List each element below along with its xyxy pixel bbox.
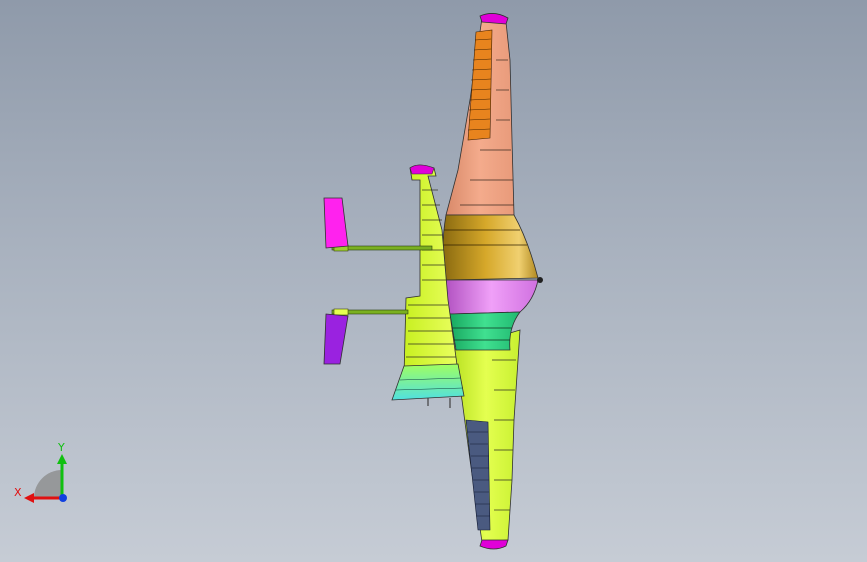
nose-tip [537, 277, 543, 283]
x-axis-label: X [14, 486, 22, 499]
upper-wing[interactable] [445, 17, 515, 216]
upper-wingtip[interactable] [479, 13, 509, 25]
fuselage-lower[interactable] [449, 311, 521, 351]
lower-wing[interactable] [451, 329, 521, 543]
upper-tail-surface[interactable] [323, 197, 349, 249]
y-axis-label: Y [57, 441, 65, 454]
landing-struts [427, 398, 451, 408]
lower-tail-surface[interactable] [323, 313, 349, 365]
fuselage-canopy[interactable] [444, 279, 539, 315]
aircraft-model[interactable] [0, 0, 867, 562]
lower-wingtip[interactable] [479, 539, 509, 550]
triad-plane-icon [34, 470, 62, 498]
fuselage-upper[interactable] [442, 214, 539, 281]
3d-viewport[interactable]: Y X [0, 0, 867, 562]
z-axis-icon [59, 494, 67, 502]
rudder-base[interactable] [391, 363, 465, 401]
coordinate-triad: Y X [14, 441, 67, 503]
